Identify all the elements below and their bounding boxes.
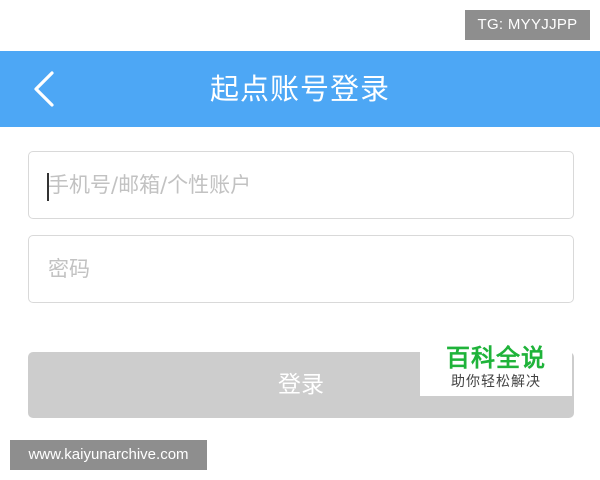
- account-input[interactable]: [29, 152, 573, 218]
- baike-logo: 百科全说 助你轻松解决: [420, 340, 572, 396]
- account-field[interactable]: [28, 151, 574, 219]
- password-field[interactable]: [28, 235, 574, 303]
- page-title: 起点账号登录: [209, 72, 390, 106]
- baike-logo-subtitle: 助你轻松解决: [451, 374, 541, 390]
- back-button[interactable]: [26, 65, 66, 113]
- baike-logo-title: 百科全说: [446, 344, 546, 372]
- watermark-bottom: www.kaiyunarchive.com: [10, 440, 207, 470]
- watermark-top: TG: MYYJJPP: [465, 10, 590, 40]
- password-input[interactable]: [29, 236, 573, 302]
- header-bar: 起点账号登录: [0, 51, 600, 127]
- chevron-left-icon: [26, 65, 66, 113]
- text-cursor: [47, 173, 49, 201]
